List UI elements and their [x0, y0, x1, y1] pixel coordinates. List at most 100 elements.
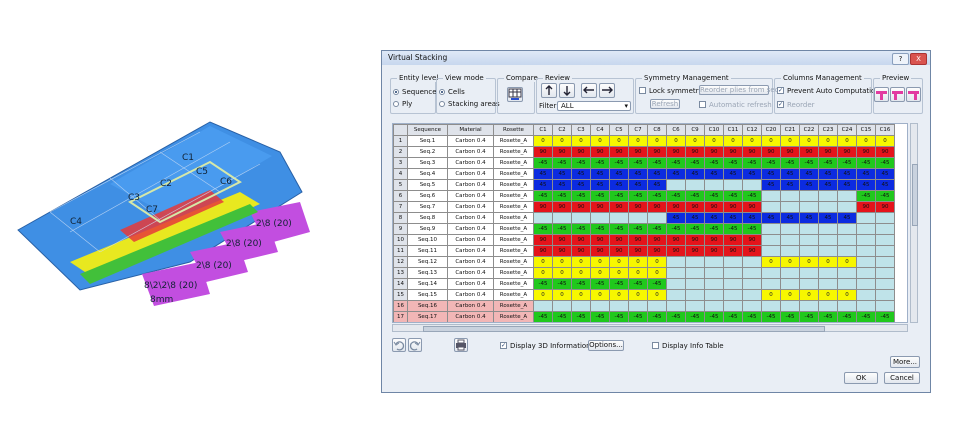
stack-cell[interactable]: -45 [723, 223, 743, 235]
stack-cell[interactable]: 45 [571, 179, 591, 191]
stack-cell[interactable]: 90 [666, 245, 686, 257]
stack-cell[interactable]: 90 [590, 201, 610, 213]
cell-column-header[interactable]: C15 [856, 124, 876, 136]
stack-cell[interactable]: 90 [647, 245, 667, 257]
stack-cell[interactable] [552, 212, 572, 224]
stack-cell[interactable]: 90 [628, 245, 648, 257]
table-row[interactable]: 11 Seq.11 Carbon 0.4 Rosette_A 90 90 90 90 90 90 9… [393, 245, 895, 257]
stack-cell[interactable]: 45 [533, 168, 553, 180]
stack-cell[interactable] [838, 323, 857, 324]
stack-cell[interactable] [780, 190, 800, 202]
column-header[interactable]: Rosette [493, 124, 534, 136]
stack-cell[interactable]: 90 [533, 146, 553, 158]
stack-cell[interactable] [743, 323, 762, 324]
stack-cell[interactable]: -45 [875, 311, 895, 322]
compare-button[interactable] [507, 87, 523, 102]
stack-cell[interactable]: 90 [666, 146, 686, 158]
stack-cell[interactable]: 0 [552, 256, 572, 268]
stack-cell[interactable] [818, 234, 838, 246]
stack-cell[interactable]: 45 [761, 168, 781, 180]
cell-column-header[interactable]: C10 [704, 124, 724, 136]
stack-cell[interactable]: 0 [590, 256, 610, 268]
stack-cell[interactable]: 0 [856, 135, 876, 147]
cell-column-header[interactable]: C24 [837, 124, 857, 136]
stack-cell[interactable]: 0 [552, 267, 572, 279]
stack-cell[interactable] [780, 300, 800, 312]
undo-button[interactable] [392, 338, 406, 352]
stack-cell[interactable]: 0 [628, 135, 648, 147]
stack-cell[interactable]: 90 [552, 234, 572, 246]
table-row[interactable]: 2 Seq.2 Carbon 0.4 Rosette_A 90 90 90 90 90 90 90 9… [393, 146, 895, 158]
stack-cell[interactable]: 0 [590, 135, 610, 147]
stack-cell[interactable]: 90 [533, 234, 553, 246]
stack-cell[interactable]: 90 [628, 146, 648, 158]
stack-cell[interactable]: 90 [666, 234, 686, 246]
stack-cell[interactable] [799, 267, 819, 279]
stack-cell[interactable] [837, 267, 857, 279]
stack-cell[interactable]: 45 [818, 179, 838, 191]
stack-cell[interactable]: 90 [742, 234, 762, 246]
stack-cell[interactable]: 45 [837, 168, 857, 180]
stack-cell[interactable] [723, 179, 743, 191]
stack-cell[interactable] [685, 278, 705, 290]
stack-cell[interactable] [780, 245, 800, 257]
stack-cell[interactable]: 0 [552, 135, 572, 147]
stack-cell[interactable]: -45 [628, 223, 648, 235]
stack-cell[interactable] [762, 323, 781, 324]
stack-cell[interactable]: 0 [761, 289, 781, 301]
stack-cell[interactable]: 0 [628, 289, 648, 301]
stack-cell[interactable] [875, 278, 895, 290]
cell-column-header[interactable]: C1 [533, 124, 553, 136]
stack-cell[interactable]: -45 [533, 157, 553, 169]
stack-cell[interactable]: 0 [704, 135, 724, 147]
table-row[interactable]: 9 Seq.9 Carbon 0.4 Rosette_A -45 -45 -45 -45 -45… [393, 223, 895, 235]
lock-symmetry-checkbox[interactable] [639, 87, 646, 94]
stack-cell[interactable]: 90 [723, 245, 743, 257]
stack-cell[interactable] [666, 300, 686, 312]
stack-cell[interactable]: 45 [856, 168, 876, 180]
stack-cell[interactable]: 0 [628, 267, 648, 279]
stack-cell[interactable]: -45 [799, 157, 819, 169]
stack-cell[interactable]: 0 [533, 289, 553, 301]
stack-cell[interactable]: 45 [571, 168, 591, 180]
cell-column-header[interactable]: C7 [628, 124, 648, 136]
stack-cell[interactable]: -45 [571, 311, 591, 322]
stack-cell[interactable]: 90 [590, 146, 610, 158]
cell-column-header[interactable]: C4 [590, 124, 610, 136]
stack-cell[interactable] [609, 212, 629, 224]
table-row[interactable]: 15 Seq.15 Carbon 0.4 Rosette_A 0 0 0 0 0 0 0 0 0 0 0 0 [393, 289, 895, 301]
options-button[interactable]: Options... [588, 340, 624, 351]
stack-cell[interactable]: 45 [818, 212, 838, 224]
stack-cell[interactable]: 90 [533, 201, 553, 213]
stack-cell[interactable]: 45 [742, 168, 762, 180]
stack-cell[interactable]: 45 [610, 323, 629, 324]
stack-cell[interactable]: -45 [609, 223, 629, 235]
stack-cell[interactable]: 0 [723, 135, 743, 147]
stack-cell[interactable]: 90 [647, 146, 667, 158]
stack-cell[interactable]: 90 [685, 201, 705, 213]
stack-cell[interactable]: 90 [799, 146, 819, 158]
stack-cell[interactable] [761, 300, 781, 312]
stack-cell[interactable]: 90 [571, 234, 591, 246]
stack-cell[interactable]: 90 [875, 201, 895, 213]
cancel-button[interactable]: Cancel [884, 372, 920, 384]
stack-cell[interactable] [742, 179, 762, 191]
stack-cell[interactable] [533, 300, 553, 312]
stack-cell[interactable]: -45 [704, 223, 724, 235]
table-row[interactable]: 3 Seq.3 Carbon 0.4 Rosette_A -45 -45 -45 -45 -45… [393, 157, 895, 169]
stack-cell[interactable] [666, 289, 686, 301]
stack-cell[interactable]: -45 [856, 190, 876, 202]
stack-cell[interactable]: 0 [647, 256, 667, 268]
stack-cell[interactable]: 90 [628, 234, 648, 246]
stack-cell[interactable] [723, 289, 743, 301]
cell-column-header[interactable]: C6 [666, 124, 686, 136]
stack-cell[interactable]: -45 [780, 311, 800, 322]
stack-cell[interactable]: 90 [704, 234, 724, 246]
stack-cell[interactable]: 45 [572, 323, 591, 324]
stack-cell[interactable] [875, 267, 895, 279]
stack-cell[interactable] [723, 256, 743, 268]
cell-column-header[interactable]: C2 [552, 124, 572, 136]
stack-cell[interactable]: 45 [704, 212, 724, 224]
stack-cell[interactable]: -45 [590, 157, 610, 169]
stack-cell[interactable]: -45 [647, 223, 667, 235]
